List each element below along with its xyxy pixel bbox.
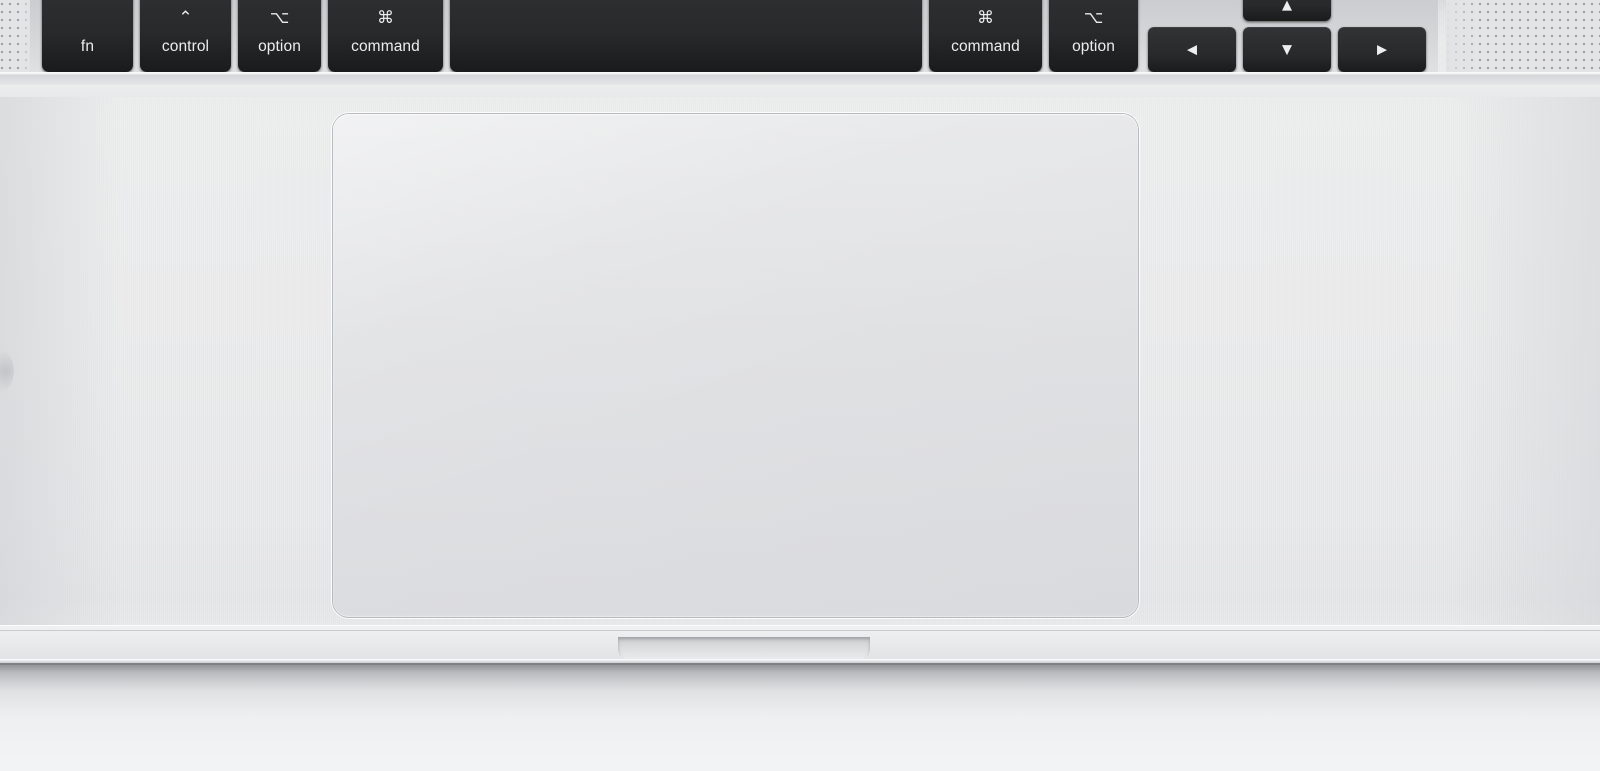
key-option-right[interactable]: ⌥ option <box>1049 0 1138 72</box>
command-cloverleaf-icon: ⌘ <box>377 8 394 28</box>
speaker-grille-left <box>0 0 30 78</box>
chassis-front-edge <box>0 659 1600 665</box>
tray-shadow-line <box>0 75 1600 85</box>
key-option-left[interactable]: ⌥ option <box>238 0 321 72</box>
key-control[interactable]: ⌃ control <box>140 0 231 72</box>
table-surface <box>0 663 1600 771</box>
trackpad-sheen <box>333 114 1138 617</box>
key-arrow-down[interactable]: ▼ <box>1243 27 1331 72</box>
command-cloverleaf-icon: ⌘ <box>977 8 994 28</box>
macbook-closeup-photo: fn ⌃ control ⌥ option ⌘ command ⌘ comman… <box>0 0 1600 771</box>
trackpad[interactable] <box>333 114 1138 617</box>
key-arrow-right[interactable]: ▶ <box>1338 27 1426 72</box>
key-command-left[interactable]: ⌘ command <box>328 0 443 72</box>
key-option-left-label: option <box>258 38 301 55</box>
key-fn-label: fn <box>80 38 95 55</box>
chassis-drop-shadow <box>0 663 1600 771</box>
left-edge-shading <box>0 350 14 392</box>
key-space[interactable] <box>450 0 922 72</box>
speaker-grille-right <box>1446 0 1600 78</box>
option-alt-icon: ⌥ <box>269 8 290 28</box>
key-command-right[interactable]: ⌘ command <box>929 0 1042 72</box>
key-command-left-label: command <box>351 38 420 55</box>
option-alt-icon: ⌥ <box>1083 8 1104 28</box>
arrow-up-icon: ▲ <box>1282 0 1292 13</box>
key-command-right-label: command <box>951 38 1020 55</box>
arrow-down-icon: ▼ <box>1282 42 1292 57</box>
key-control-label: control <box>161 38 210 55</box>
key-option-right-label: option <box>1072 38 1115 55</box>
arrow-left-icon: ◀ <box>1187 42 1197 57</box>
key-fn[interactable]: fn <box>42 0 133 72</box>
keyboard-bottom-row: fn ⌃ control ⌥ option ⌘ command ⌘ comman… <box>0 0 1600 97</box>
arrow-right-icon: ▶ <box>1377 42 1387 57</box>
laptop-deck: fn ⌃ control ⌥ option ⌘ command ⌘ comman… <box>0 0 1600 663</box>
front-edge-hairline <box>0 630 1600 631</box>
key-arrow-up[interactable]: ▲ <box>1243 0 1331 21</box>
tray-lower-band <box>0 85 1600 97</box>
control-caret-icon: ⌃ <box>178 8 193 28</box>
key-arrow-left[interactable]: ◀ <box>1148 27 1236 72</box>
